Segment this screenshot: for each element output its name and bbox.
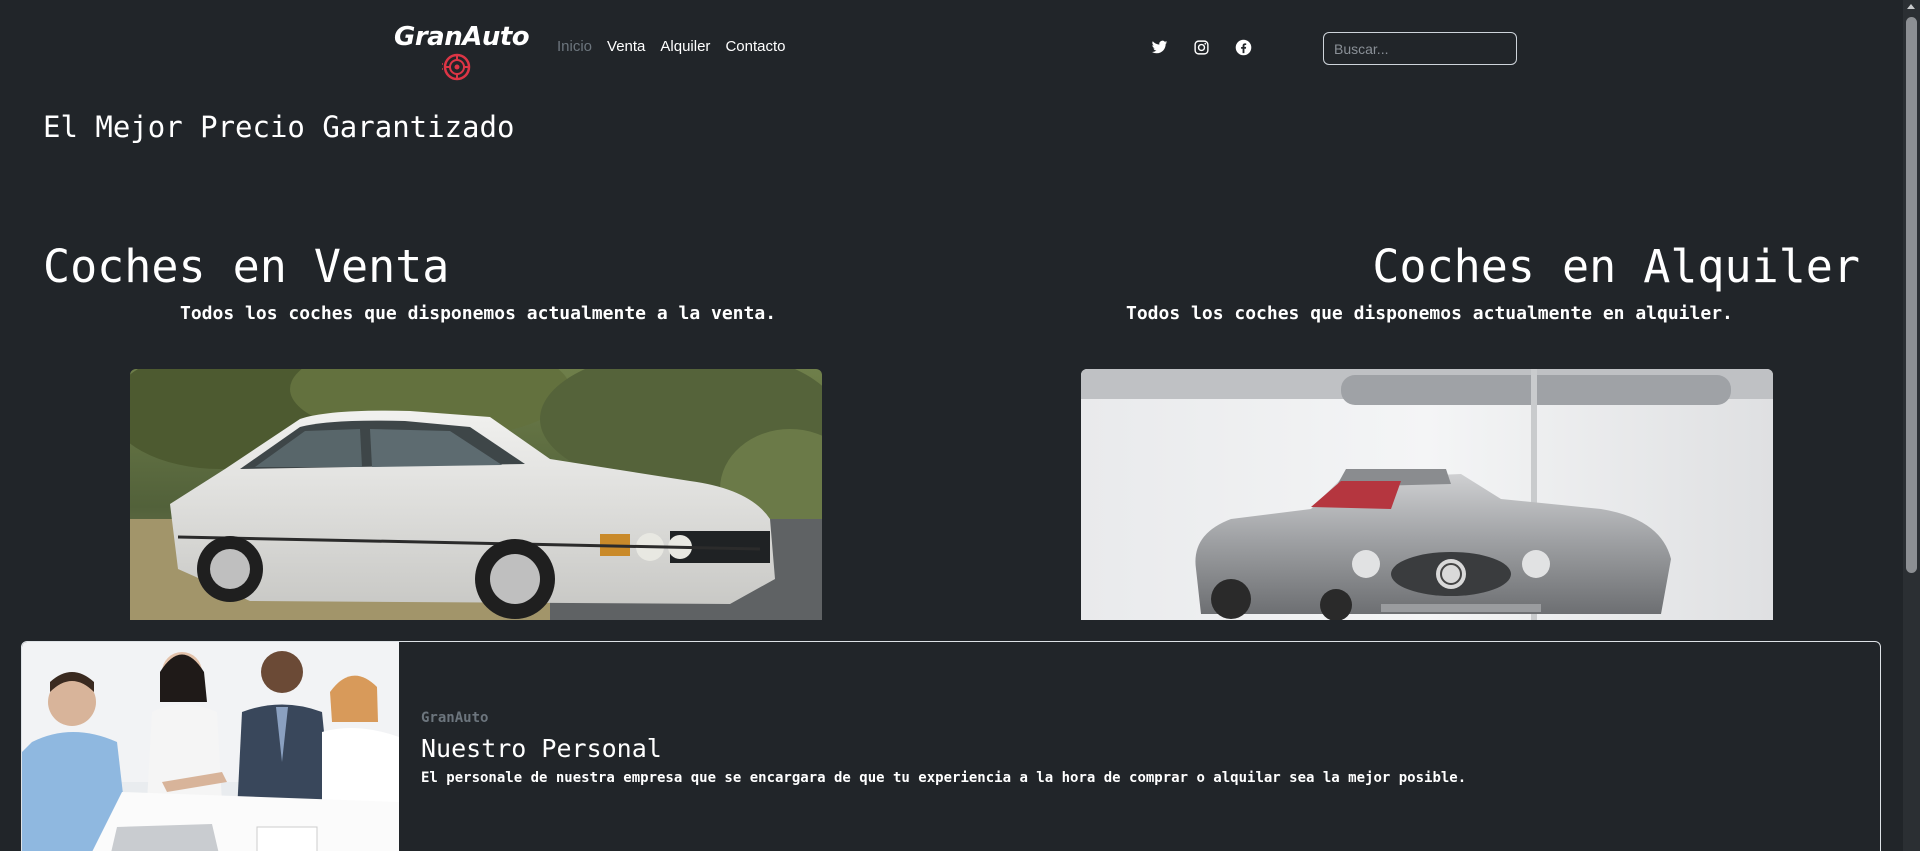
staff-brand: GranAuto <box>421 710 489 726</box>
nav-link-inicio[interactable]: Inicio <box>557 38 592 55</box>
brand-logo[interactable]: GranAuto <box>390 20 535 81</box>
nav-menu: Inicio Venta Alquiler Contacto <box>557 38 785 55</box>
nav-link-contacto[interactable]: Contacto <box>725 38 785 55</box>
scroll-thumb[interactable] <box>1906 17 1917 573</box>
sale-car-image[interactable] <box>130 369 822 620</box>
staff-text: El personale de nuestra empresa que se e… <box>421 770 1467 786</box>
navbar: GranAuto Inicio Venta Alquiler Contacto <box>0 0 1900 98</box>
sale-title: Coches en Venta <box>43 240 450 293</box>
social-links <box>1151 39 1252 56</box>
staff-photo <box>22 642 399 851</box>
instagram-icon[interactable] <box>1193 39 1210 56</box>
rental-title: Coches en Alquiler <box>1372 240 1860 293</box>
tagline-heading: El Mejor Precio Garantizado <box>43 110 515 144</box>
staff-card: GranAuto Nuestro Personal El personale d… <box>21 641 1881 851</box>
search-input[interactable] <box>1323 32 1517 65</box>
sale-description: Todos los coches que disponemos actualme… <box>180 303 777 324</box>
brand-name: GranAuto <box>394 22 530 52</box>
rental-car-image[interactable] <box>1081 369 1773 620</box>
nav-link-venta[interactable]: Venta <box>607 38 645 55</box>
nav-link-alquiler[interactable]: Alquiler <box>660 38 710 55</box>
staff-title: Nuestro Personal <box>421 734 662 763</box>
wheel-icon <box>442 53 471 81</box>
facebook-icon[interactable] <box>1235 39 1252 56</box>
scroll-up-icon[interactable] <box>1907 4 1915 9</box>
rental-description: Todos los coches que disponemos actualme… <box>1126 303 1733 324</box>
twitter-icon[interactable] <box>1151 39 1168 56</box>
page-scrollbar[interactable] <box>1903 0 1920 851</box>
